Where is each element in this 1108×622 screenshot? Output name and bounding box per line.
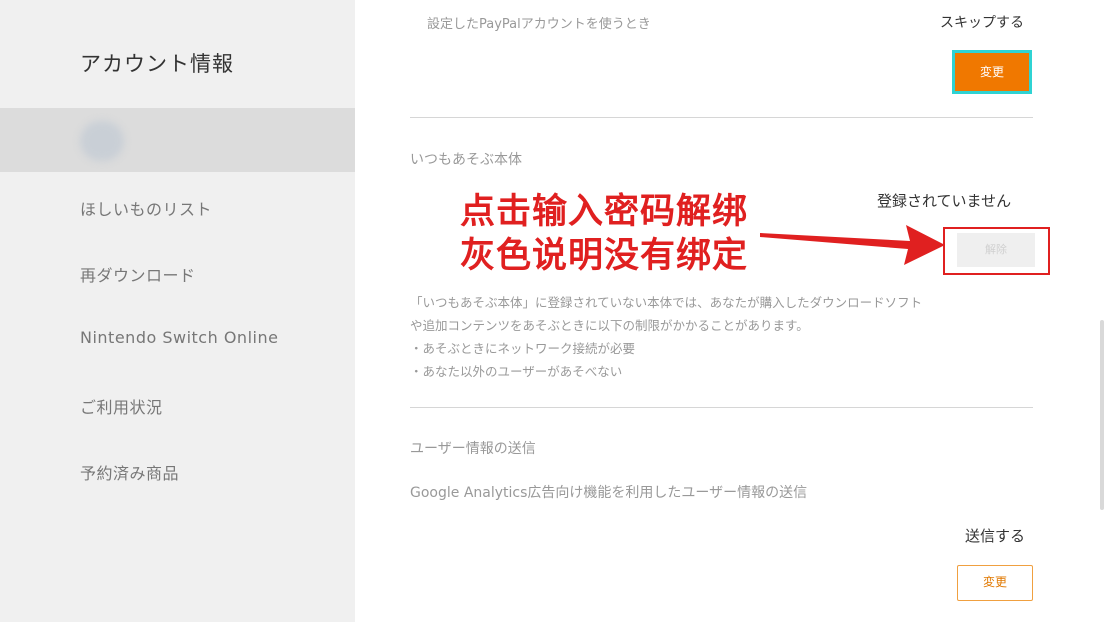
divider: [410, 407, 1033, 408]
annotation-line: 灰色说明没有绑定: [460, 236, 749, 276]
user-info-heading: ユーザー情報の送信: [410, 441, 536, 457]
sidebar-item-usage[interactable]: ご利用状況: [80, 394, 163, 418]
divider: [410, 117, 1033, 118]
annotation-arrow-icon: [760, 225, 945, 265]
paypal-change-button[interactable]: 変更: [952, 50, 1032, 94]
user-info-change-button[interactable]: 変更: [957, 565, 1033, 601]
sidebar-item-preorders[interactable]: 予約済み商品: [80, 460, 179, 484]
paypal-description: 設定したPayPalアカウントを使うとき: [427, 17, 651, 32]
scrollbar[interactable]: [1100, 320, 1104, 510]
sidebar-item-switch-online[interactable]: Nintendo Switch Online: [80, 328, 278, 347]
note-line: 「いつもあそぶ本体」に登録されていない本体では、あなたが購入したダウンロードソフ…: [410, 295, 923, 310]
note-line: ・あなた以外のユーザーがあそべない: [410, 364, 623, 379]
annotation-line: 点击输入密码解绑: [460, 192, 749, 232]
user-info-setting-value: 送信する: [965, 527, 1026, 545]
sidebar-item-redownload[interactable]: 再ダウンロード: [80, 262, 196, 286]
user-info-description: Google Analytics広告向け機能を利用したユーザー情報の送信: [410, 485, 808, 501]
note-line: ・あそぶときにネットワーク接続が必要: [410, 341, 636, 356]
note-line: や追加コンテンツをあそぶときに以下の制限がかかることがあります。: [410, 318, 809, 333]
sidebar-item-wishlist[interactable]: ほしいものリスト: [80, 196, 212, 220]
paypal-setting-value: スキップする: [940, 15, 1024, 31]
primary-console-heading: いつもあそぶ本体: [410, 152, 522, 168]
avatar: [80, 121, 124, 161]
sidebar-item-user[interactable]: [0, 108, 355, 172]
primary-console-note: 「いつもあそぶ本体」に登録されていない本体では、あなたが購入したダウンロードソフ…: [410, 291, 922, 383]
sidebar-title: アカウント情報: [80, 52, 234, 76]
highlight-box: [943, 227, 1050, 275]
annotation-text: 点击输入密码解绑 灰色说明没有绑定: [460, 190, 748, 278]
sidebar: アカウント情報 ほしいものリスト 再ダウンロード Nintendo Switch…: [0, 0, 355, 622]
primary-console-status: 登録されていません: [877, 192, 1012, 210]
main-panel: 設定したPayPalアカウントを使うとき スキップする 変更 いつもあそぶ本体 …: [355, 0, 1108, 622]
